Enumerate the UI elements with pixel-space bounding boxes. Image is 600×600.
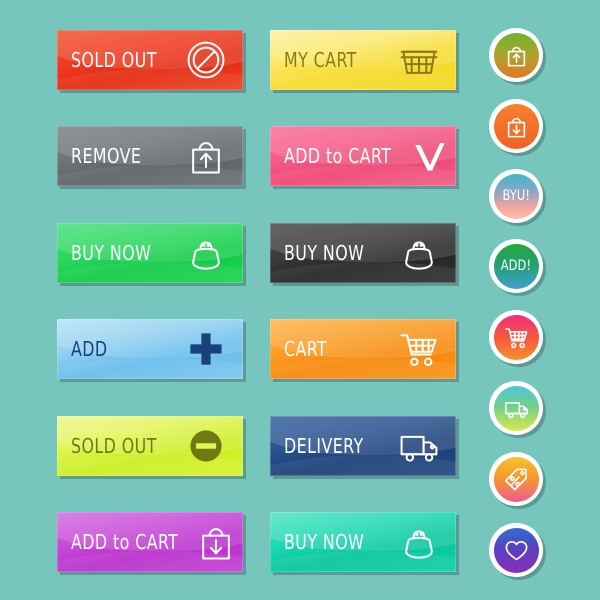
- action-button[interactable]: SOLD OUT: [57, 30, 243, 90]
- basket-icon: [396, 37, 442, 83]
- action-button[interactable]: BUY NOW: [270, 223, 456, 283]
- badge-label: ADD!: [500, 258, 532, 274]
- truck-icon: [396, 423, 442, 469]
- button-label: ADD to CART: [71, 530, 179, 554]
- action-button[interactable]: ADD to CART: [57, 512, 243, 572]
- circular-action-badge[interactable]: [489, 381, 543, 435]
- action-button[interactable]: CART: [270, 319, 456, 379]
- button-label: SOLD OUT: [71, 434, 157, 458]
- badge-fill: [493, 527, 539, 573]
- badge-fill: [493, 32, 539, 78]
- badge-fill: BYU!: [493, 173, 539, 219]
- purse-icon: [183, 230, 229, 276]
- shopping-cart-icon: [396, 326, 442, 372]
- discount-tag-icon: [503, 466, 530, 493]
- action-button[interactable]: ADD to CART: [270, 126, 456, 186]
- purse-icon: [396, 519, 442, 565]
- bag-down-arrow-icon: [503, 113, 530, 140]
- button-label: SOLD OUT: [71, 48, 157, 72]
- button-label: ADD: [71, 337, 108, 361]
- button-label: CART: [284, 337, 328, 361]
- button-label: REMOVE: [71, 144, 142, 168]
- button-label: BUY NOW: [284, 241, 365, 265]
- button-label: MY CART: [284, 48, 357, 72]
- button-label: DELIVERY: [284, 434, 364, 458]
- badge-fill: [493, 314, 539, 360]
- action-button[interactable]: ADD: [57, 319, 243, 379]
- button-set-canvas: SOLD OUT MY CART REMOVE ADD to CART BUY …: [0, 0, 600, 600]
- badge-label: BYU!: [502, 188, 530, 204]
- purse-icon: [396, 230, 442, 276]
- circular-action-badge[interactable]: [489, 452, 543, 506]
- bag-up-arrow-icon: [503, 42, 530, 69]
- bag-down-arrow-icon: [193, 519, 239, 565]
- badge-fill: [493, 385, 539, 431]
- action-button[interactable]: BUY NOW: [270, 512, 456, 572]
- circular-action-badge[interactable]: ADD!: [489, 239, 543, 293]
- action-button[interactable]: DELIVERY: [270, 416, 456, 476]
- minus-circle-icon: [183, 423, 229, 469]
- heart-icon: [503, 537, 530, 564]
- bag-up-arrow-icon: [183, 133, 229, 179]
- button-label: BUY NOW: [71, 241, 152, 265]
- prohibition-sign-icon: [183, 37, 229, 83]
- circular-action-badge[interactable]: [489, 28, 543, 82]
- circular-action-badge[interactable]: [489, 99, 543, 153]
- button-label: ADD to CART: [284, 144, 392, 168]
- action-button[interactable]: BUY NOW: [57, 223, 243, 283]
- circular-action-badge[interactable]: [489, 310, 543, 364]
- shopping-cart-icon: [503, 324, 530, 351]
- badge-fill: ADD!: [493, 243, 539, 289]
- button-label: BUY NOW: [284, 530, 365, 554]
- badge-fill: [493, 456, 539, 502]
- badge-fill: [493, 103, 539, 149]
- truck-icon: [503, 395, 530, 422]
- circular-action-badge[interactable]: BYU!: [489, 169, 543, 223]
- action-button[interactable]: MY CART: [270, 30, 456, 90]
- circular-action-badge[interactable]: [489, 523, 543, 577]
- action-button[interactable]: SOLD OUT: [57, 416, 243, 476]
- checkmark-icon: [406, 133, 452, 179]
- action-button[interactable]: REMOVE: [57, 126, 243, 186]
- plus-icon: [183, 326, 229, 372]
